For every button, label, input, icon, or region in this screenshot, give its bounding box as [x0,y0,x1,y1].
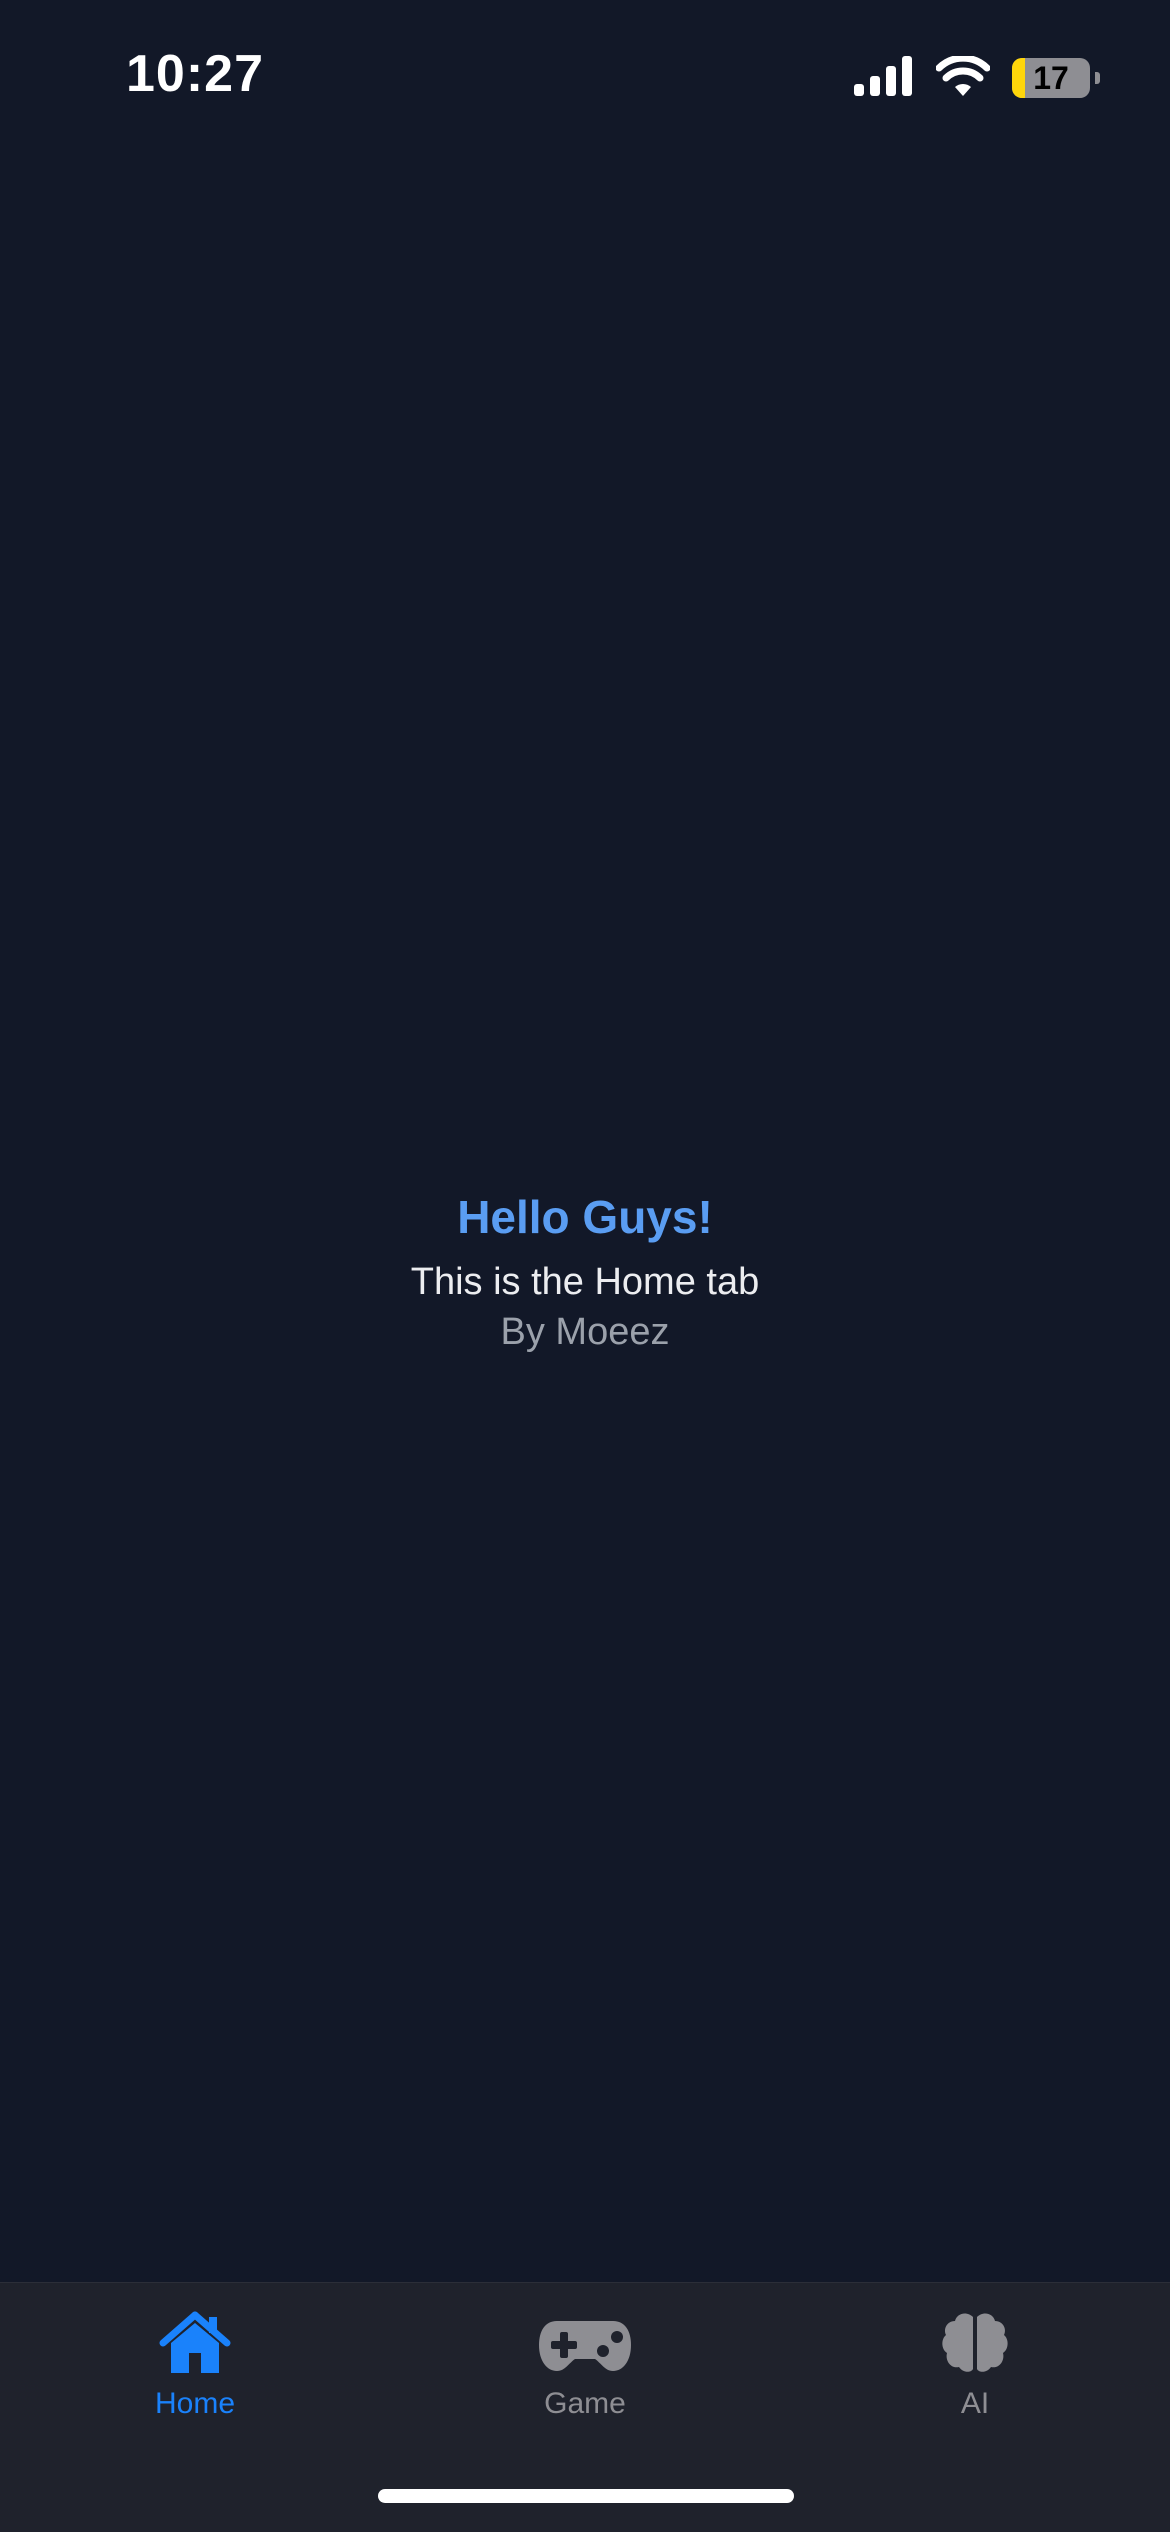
author-credit: By Moeez [500,1311,670,1353]
page-subtitle: This is the Home tab [410,1261,760,1303]
tab-home-label: Home [154,2387,236,2420]
home-indicator [378,2489,794,2503]
status-icons: 17 [854,54,1100,101]
page-title: Hello Guys! [457,1191,713,1243]
battery-icon: 17 [1012,58,1100,98]
gamepad-icon [537,2305,633,2375]
tab-ai-label: AI [960,2387,990,2420]
tab-ai[interactable]: AI [780,2283,1170,2433]
brain-icon [941,2305,1009,2375]
cellular-signal-icon [854,55,914,101]
status-bar: 10:27 17 [0,0,1170,150]
app-screen: 10:27 17 Hello Guys! This is the Home ta… [0,0,1170,2532]
home-content: Hello Guys! This is the Home tab By Moee… [0,1180,1170,1358]
tab-home[interactable]: Home [0,2283,390,2433]
tab-bar: Home Game AI [0,2282,1170,2532]
battery-level: 17 [1033,60,1069,96]
home-icon [159,2305,231,2375]
status-time: 10:27 [126,45,264,103]
tab-game[interactable]: Game [390,2283,780,2433]
tab-game-label: Game [544,2387,626,2420]
wifi-icon [935,54,991,101]
